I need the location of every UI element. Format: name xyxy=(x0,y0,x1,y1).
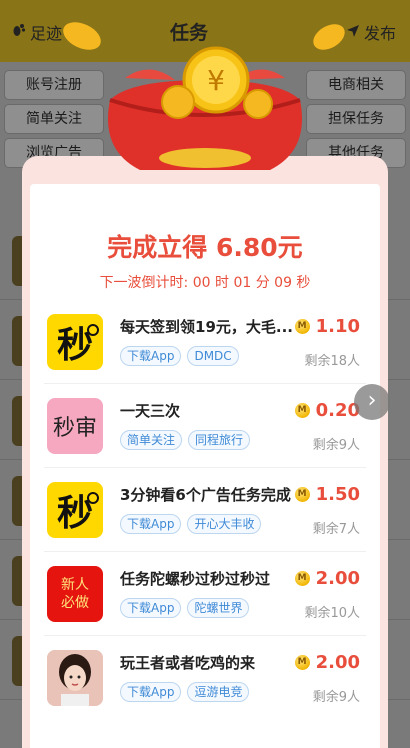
footprint-label: 足迹 xyxy=(30,24,63,43)
avatar-portrait xyxy=(47,650,103,706)
red-bag-illustration: ¥ xyxy=(80,40,330,180)
next-arrow-button[interactable]: › xyxy=(354,384,390,420)
task-item[interactable]: 秒审 一天三次 简单关注 同程旅行 M 0.20 剩余9人 xyxy=(44,384,366,468)
task-title: 一天三次 xyxy=(120,402,181,420)
coin-icon: M xyxy=(294,655,310,670)
task-item[interactable]: 秒 3分钟看6个广告任务完成 下载App 开心大丰收 M 1.50 剩余7人 xyxy=(44,468,366,552)
task-reward: M 1.50 xyxy=(294,484,360,505)
clock-icon xyxy=(87,324,99,336)
reward-popup-card: 完成立得 6.80元 下一波倒计时: 00 时 01 分 09 秒 秒 每天签到… xyxy=(30,184,380,748)
task-tag: 下载App xyxy=(120,346,182,366)
task-remaining: 剩余9人 xyxy=(312,438,360,453)
task-item[interactable]: 秒 每天签到领19元，大毛... 下载App DMDC M 1.10 剩余18人 xyxy=(44,300,366,384)
send-icon xyxy=(346,23,360,42)
task-reward: M 2.00 xyxy=(294,568,360,589)
task-title: 任务陀螺秒过秒过秒过 xyxy=(120,570,271,588)
task-price: 1.10 xyxy=(315,316,360,337)
task-remaining: 剩余18人 xyxy=(304,354,360,369)
task-price: 1.50 xyxy=(315,484,360,505)
task-remaining: 剩余10人 xyxy=(304,606,360,621)
svg-text:¥: ¥ xyxy=(207,64,225,97)
publish-label: 发布 xyxy=(363,24,396,43)
task-reward: M 1.10 xyxy=(294,316,360,337)
task-item[interactable]: 新人必做 任务陀螺秒过秒过秒过 下载App 陀螺世界 M 2.00 剩余10人 xyxy=(44,552,366,636)
task-tag: 开心大丰收 xyxy=(187,514,262,534)
task-price: 2.00 xyxy=(315,568,360,589)
footprint-icon xyxy=(12,22,26,42)
task-tag: 陀螺世界 xyxy=(187,598,250,618)
reward-headline: 完成立得 6.80元 xyxy=(107,233,303,262)
task-remaining: 剩余7人 xyxy=(312,522,360,537)
avatar-icon xyxy=(47,650,103,706)
coin-icon: M xyxy=(294,571,310,586)
task-title: 玩王者或者吃鸡的来 xyxy=(120,654,256,672)
publish-button[interactable]: 发布 xyxy=(346,20,396,44)
task-price: 2.00 xyxy=(315,652,360,673)
coin-icon: M xyxy=(294,319,310,334)
task-remaining: 剩余9人 xyxy=(312,690,360,705)
task-tag: 下载App xyxy=(120,598,182,618)
task-tag: 简单关注 xyxy=(120,430,183,450)
countdown-timer: 下一波倒计时: 00 时 01 分 09 秒 xyxy=(99,275,311,291)
task-list: 秒 每天签到领19元，大毛... 下载App DMDC M 1.10 剩余18人… xyxy=(30,300,380,720)
app-icon: 新人必做 xyxy=(47,566,103,622)
task-tag: 下载App xyxy=(120,682,182,702)
task-tag: 逗游电竞 xyxy=(187,682,250,702)
footprint-button[interactable]: 足迹 xyxy=(12,20,62,44)
task-reward: M 0.20 xyxy=(294,400,360,421)
app-icon: 秒 xyxy=(47,314,103,370)
task-tag: DMDC xyxy=(187,346,239,366)
task-tag: 下载App xyxy=(120,514,182,534)
task-tag: 同程旅行 xyxy=(188,430,251,450)
reward-popup: 完成立得 6.80元 下一波倒计时: 00 时 01 分 09 秒 秒 每天签到… xyxy=(22,156,388,748)
task-item[interactable]: 玩王者或者吃鸡的来 下载App 逗游电竞 M 2.00 剩余9人 xyxy=(44,636,366,720)
app-icon: 秒 xyxy=(47,482,103,538)
clock-icon xyxy=(87,492,99,504)
task-reward: M 2.00 xyxy=(294,652,360,673)
coin-icon: M xyxy=(294,403,310,418)
app-icon: 秒审 xyxy=(47,398,103,454)
task-title: 每天签到领19元，大毛... xyxy=(120,318,293,336)
task-title: 3分钟看6个广告任务完成 xyxy=(120,486,291,504)
coin-icon: M xyxy=(294,487,310,502)
